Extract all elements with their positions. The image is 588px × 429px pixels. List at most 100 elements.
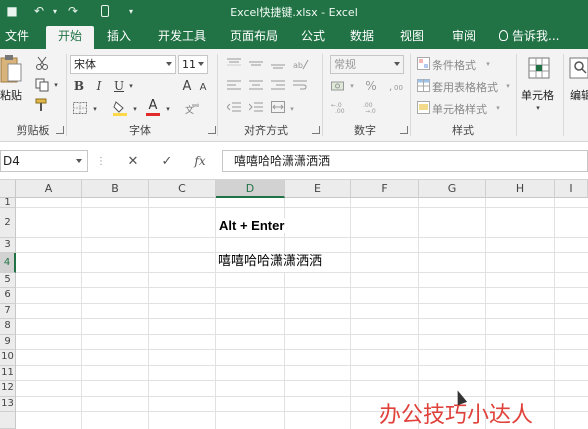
worksheet-grid[interactable]: Alt + Enter 嘻嘻哈哈潇潇洒洒 bbox=[16, 198, 588, 429]
copy-icon[interactable] bbox=[34, 77, 50, 93]
cells-icon[interactable] bbox=[527, 55, 551, 83]
bold-button[interactable]: B bbox=[72, 78, 86, 94]
percent-button[interactable]: % bbox=[364, 78, 378, 94]
font-name-combo[interactable]: 宋体 bbox=[70, 55, 176, 74]
align-bottom-icon[interactable] bbox=[270, 57, 286, 71]
tab-home[interactable]: 开始 bbox=[46, 26, 94, 49]
align-left-icon[interactable] bbox=[226, 78, 242, 92]
conditional-format-dropdown-icon[interactable]: ▾ bbox=[484, 59, 492, 69]
editing-label[interactable]: 编辑 bbox=[570, 87, 588, 103]
row-header-1[interactable]: 1 bbox=[0, 198, 16, 208]
column-header-d[interactable]: D bbox=[216, 180, 285, 198]
number-launcher-icon[interactable] bbox=[400, 126, 408, 134]
font-size-combo[interactable]: 11 bbox=[178, 55, 208, 74]
cut-icon[interactable] bbox=[34, 55, 50, 71]
format-as-table-icon[interactable] bbox=[416, 78, 430, 92]
row-header-12[interactable]: 12 bbox=[0, 381, 16, 397]
enter-button[interactable]: ✓ bbox=[158, 150, 176, 172]
column-header-e[interactable]: E bbox=[285, 180, 351, 198]
row-header-3[interactable]: 3 bbox=[0, 238, 16, 253]
font-color-dropdown-icon[interactable]: ▾ bbox=[164, 103, 172, 115]
border-dropdown-icon[interactable]: ▾ bbox=[91, 103, 99, 115]
number-format-combo[interactable]: 常规 bbox=[330, 55, 404, 74]
shrink-font-button[interactable]: A bbox=[197, 80, 209, 94]
copy-dropdown-icon[interactable]: ▾ bbox=[52, 79, 60, 91]
column-header-h[interactable]: H bbox=[486, 180, 555, 198]
row-header-4[interactable]: 4 bbox=[0, 253, 16, 273]
tab-formulas[interactable]: 公式 bbox=[294, 26, 332, 49]
column-header-a[interactable]: A bbox=[16, 180, 82, 198]
tell-me-box[interactable]: 告诉我... bbox=[499, 26, 559, 49]
name-box[interactable]: D4 bbox=[0, 150, 88, 172]
row-header-13[interactable]: 13 bbox=[0, 397, 16, 412]
align-center-icon[interactable] bbox=[248, 78, 264, 92]
decrease-decimal-icon[interactable]: .00 →.0 bbox=[362, 100, 386, 114]
tab-review[interactable]: 审阅 bbox=[444, 26, 484, 49]
cancel-button[interactable]: ✕ bbox=[124, 150, 142, 172]
format-painter-icon[interactable] bbox=[34, 97, 50, 113]
row-header-5[interactable]: 5 bbox=[0, 273, 16, 288]
conditional-format-label[interactable]: 条件格式 bbox=[432, 57, 476, 73]
underline-dropdown-icon[interactable]: ▾ bbox=[127, 80, 135, 92]
select-all-corner[interactable] bbox=[0, 180, 16, 198]
row-header-7[interactable]: 7 bbox=[0, 304, 16, 319]
increase-indent-icon[interactable] bbox=[248, 100, 264, 114]
merge-dropdown-icon[interactable]: ▾ bbox=[288, 103, 296, 115]
tab-insert[interactable]: 插入 bbox=[100, 26, 138, 49]
align-top-icon[interactable] bbox=[226, 57, 242, 71]
insert-function-button[interactable]: fx bbox=[190, 150, 210, 172]
column-header-i[interactable]: I bbox=[555, 180, 588, 198]
row-header-8[interactable]: 8 bbox=[0, 319, 16, 335]
grow-font-button[interactable]: A bbox=[180, 78, 194, 94]
column-header-c[interactable]: C bbox=[149, 180, 216, 198]
cell-d2[interactable]: Alt + Enter bbox=[219, 218, 289, 233]
paste-label[interactable]: 粘贴 bbox=[0, 87, 22, 103]
column-header-b[interactable]: B bbox=[82, 180, 149, 198]
currency-icon[interactable] bbox=[330, 78, 346, 94]
font-launcher-icon[interactable] bbox=[208, 126, 216, 134]
row-header-9[interactable]: 9 bbox=[0, 335, 16, 350]
formula-input[interactable]: 嘻嘻哈哈潇潇洒洒 bbox=[222, 150, 588, 172]
column-header-f[interactable]: F bbox=[351, 180, 419, 198]
phonetic-icon[interactable]: 文wén bbox=[184, 101, 200, 115]
comma-style-icon[interactable]: , 00 bbox=[388, 78, 404, 94]
tab-developer[interactable]: 开发工具 bbox=[150, 26, 214, 49]
align-middle-icon[interactable] bbox=[248, 57, 264, 71]
tab-page-layout[interactable]: 页面布局 bbox=[222, 26, 286, 49]
orientation-icon[interactable]: ab bbox=[292, 57, 310, 71]
row-header-11[interactable]: 11 bbox=[0, 366, 16, 381]
format-as-table-label[interactable]: 套用表格格式 bbox=[432, 79, 498, 95]
row-header-14[interactable] bbox=[0, 412, 16, 429]
italic-button[interactable]: I bbox=[92, 78, 106, 94]
align-right-icon[interactable] bbox=[270, 78, 286, 92]
wrap-text-icon[interactable] bbox=[292, 78, 308, 92]
paste-icon[interactable] bbox=[0, 55, 22, 85]
cell-styles-label[interactable]: 单元格样式 bbox=[432, 101, 487, 117]
merge-center-icon[interactable] bbox=[270, 100, 286, 114]
fill-color-icon[interactable] bbox=[112, 100, 128, 116]
row-header-6[interactable]: 6 bbox=[0, 288, 16, 304]
tab-view[interactable]: 视图 bbox=[392, 26, 432, 49]
tab-data[interactable]: 数据 bbox=[342, 26, 382, 49]
format-as-table-dropdown-icon[interactable]: ▾ bbox=[504, 81, 512, 91]
cell-d4[interactable]: 嘻嘻哈哈潇潇洒洒 bbox=[218, 254, 327, 272]
cell-styles-icon[interactable] bbox=[416, 100, 430, 114]
clipboard-launcher-icon[interactable] bbox=[56, 126, 64, 134]
decrease-indent-icon[interactable] bbox=[226, 100, 242, 114]
row-header-2[interactable]: 2 bbox=[0, 208, 16, 238]
cell-styles-dropdown-icon[interactable]: ▾ bbox=[494, 103, 502, 113]
currency-dropdown-icon[interactable]: ▾ bbox=[348, 80, 356, 92]
cells-dropdown-icon[interactable]: ▾ bbox=[534, 103, 542, 113]
cells-label[interactable]: 单元格 bbox=[521, 87, 554, 103]
underline-button[interactable]: U bbox=[112, 78, 126, 94]
fill-color-dropdown-icon[interactable]: ▾ bbox=[131, 103, 139, 115]
font-color-button[interactable]: A bbox=[146, 99, 160, 117]
column-header-g[interactable]: G bbox=[419, 180, 486, 198]
increase-decimal-icon[interactable]: ←.0.00 bbox=[330, 100, 354, 114]
border-icon[interactable] bbox=[72, 101, 88, 115]
alignment-launcher-icon[interactable] bbox=[312, 126, 320, 134]
conditional-format-icon[interactable] bbox=[416, 56, 430, 70]
row-header-10[interactable]: 10 bbox=[0, 350, 16, 366]
search-icon[interactable] bbox=[568, 55, 588, 83]
tab-file[interactable]: 文件 bbox=[0, 26, 34, 49]
